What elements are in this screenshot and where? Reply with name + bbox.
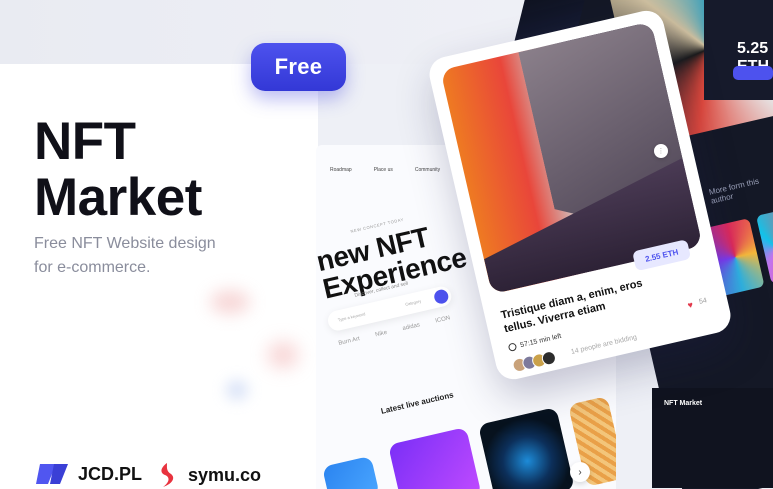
title-line: NFT <box>34 112 136 171</box>
time-left: 57:15 min left <box>507 332 563 352</box>
decorative-blur <box>226 380 248 400</box>
symu-logo-icon <box>161 463 174 487</box>
partner-logo: Burn Art <box>338 336 361 347</box>
footer-logo: NFT Market <box>664 400 703 407</box>
search-filter[interactable]: Category <box>405 298 422 307</box>
search-placeholder: Type a keyword <box>337 311 366 323</box>
brand-symu[interactable]: symu.co <box>154 462 261 488</box>
auction-card[interactable] <box>322 455 380 489</box>
site-headline: new NFT Experience <box>316 221 470 305</box>
chevron-right-icon[interactable]: › <box>570 462 590 482</box>
title-line: Market <box>34 168 202 227</box>
brand-name: JCD.PL <box>78 463 143 484</box>
partner-logo: adidas <box>402 322 421 333</box>
partner-logo: ICON <box>434 315 451 325</box>
page-subtitle: Free NFT Website design for e-commerce. <box>34 232 284 280</box>
brand-jcd[interactable]: JCD.PL <box>34 462 142 486</box>
nav-item[interactable]: Roadmap <box>330 167 352 173</box>
wallet-button[interactable] <box>733 66 773 80</box>
search-icon[interactable] <box>432 288 450 306</box>
decorative-blur <box>268 342 298 368</box>
site-nav: Roadmap Place us Community <box>330 167 440 173</box>
section-title: Latest live auctions <box>380 390 455 416</box>
heart-icon[interactable]: ♥ <box>687 300 694 311</box>
nav-item[interactable]: Place us <box>374 167 393 173</box>
page-title: NFT Market <box>34 114 294 226</box>
bidding-count: 14 people are bidding <box>570 333 638 356</box>
like-count: 54 <box>698 297 708 306</box>
auction-card[interactable] <box>478 407 575 489</box>
partner-logo: Nike <box>374 329 388 339</box>
jcd-logo-icon <box>36 464 68 484</box>
auction-card[interactable] <box>388 427 482 489</box>
clock-icon <box>507 342 518 352</box>
subtitle-line: for e-commerce. <box>34 259 151 276</box>
bidder-avatars <box>511 349 558 374</box>
brand-name: symu.co <box>188 464 262 485</box>
time-left-text: 57:15 min left <box>519 332 563 349</box>
more-options-icon[interactable]: ⋮ <box>654 144 668 158</box>
subtitle-line: Free NFT Website design <box>34 235 216 252</box>
nav-item[interactable]: Community <box>415 167 440 173</box>
free-badge: Free <box>251 43 346 91</box>
decorative-blur <box>210 290 250 314</box>
